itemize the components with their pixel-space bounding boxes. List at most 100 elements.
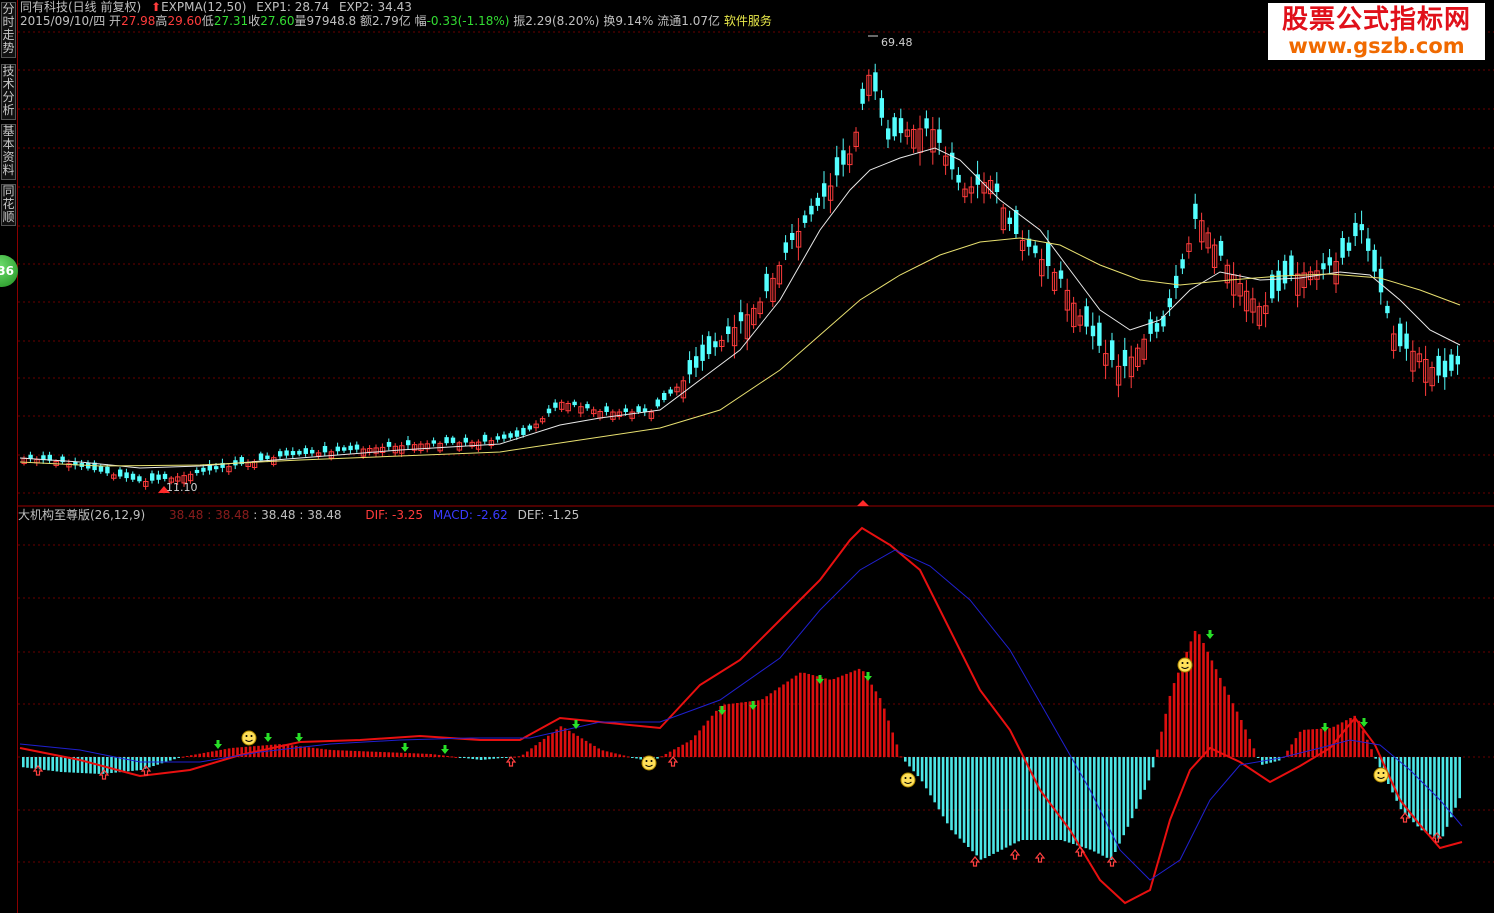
hist-bar-negative: [1063, 757, 1067, 842]
hist-bar-positive: [379, 751, 382, 757]
candle-down: [406, 440, 411, 446]
hist-bar-negative: [55, 757, 59, 772]
hist-bar-negative: [505, 757, 508, 758]
candle-down: [278, 451, 283, 457]
candle-down: [1321, 263, 1326, 270]
sector-value[interactable]: 软件服务: [724, 14, 772, 28]
candle-down: [1046, 242, 1051, 266]
hist-bar-positive: [668, 751, 672, 757]
hist-bar-positive: [715, 710, 718, 757]
hist-bar-negative: [971, 757, 974, 852]
hist-bar-negative: [1101, 757, 1104, 856]
hist-bar-negative: [467, 757, 470, 759]
hist-bar-positive: [610, 752, 613, 757]
candle-down: [1007, 217, 1012, 224]
hist-bar-positive: [454, 756, 458, 758]
hist-bar-positive: [1311, 729, 1314, 757]
hist-bar-positive: [660, 756, 663, 758]
candle-down: [335, 446, 340, 452]
hist-bar-negative: [1126, 757, 1130, 827]
hist-bar-positive: [895, 744, 899, 757]
candle-down: [527, 425, 532, 430]
hist-bar-positive: [446, 755, 449, 757]
hist-bar-negative: [925, 757, 928, 789]
indicator-name[interactable]: EXPMA(12,50): [161, 0, 246, 14]
hist-bar-positive: [878, 698, 882, 757]
hist-bar-positive: [584, 740, 588, 757]
hist-bar-positive: [521, 754, 525, 757]
hist-bar-positive: [1353, 715, 1356, 757]
hist-bar-negative: [458, 757, 462, 758]
candle-down: [1148, 319, 1153, 334]
brand-title: 股票公式指标网: [1281, 5, 1471, 35]
hist-bar-positive: [626, 756, 630, 758]
candle-down: [822, 183, 827, 197]
hist-bar-positive: [421, 753, 424, 757]
hist-bar-negative: [139, 757, 143, 771]
hist-bar-positive: [765, 696, 768, 757]
chart-canvas[interactable]: [0, 0, 1494, 913]
hist-bar-positive: [786, 681, 789, 757]
tab-intraday[interactable]: 分时走势: [1, 2, 16, 58]
hist-bar-positive: [513, 756, 516, 758]
hist-bar-positive: [530, 748, 533, 757]
candle-down: [604, 406, 609, 412]
hist-bar-positive: [1235, 711, 1239, 757]
tab-ths[interactable]: 同花顺: [1, 184, 16, 226]
hist-bar-positive: [404, 752, 407, 757]
hist-bar-positive: [794, 675, 798, 757]
candle-down: [879, 98, 884, 118]
hist-bar-positive: [857, 668, 861, 757]
hist-bar-positive: [799, 672, 802, 757]
candle-down: [214, 466, 219, 470]
low-value: 27.31: [213, 14, 249, 28]
side-badge[interactable]: 36: [0, 255, 18, 287]
hist-bar-negative: [51, 757, 54, 771]
candle-down: [290, 451, 296, 456]
candle-down: [1167, 298, 1172, 308]
hist-bar-positive: [181, 756, 185, 758]
hist-bar-negative: [47, 757, 50, 771]
hist-bar-positive: [1172, 683, 1176, 757]
sub-indicator-header: 大机构至尊版(26,12,9) 38.48 : 38.48 : 38.48 : …: [18, 508, 580, 522]
buy-arrow-icon: [1034, 852, 1046, 863]
smiley-icon: [241, 730, 257, 746]
hist-bar-negative: [177, 757, 180, 758]
hist-bar-negative: [1004, 757, 1008, 848]
candle-down: [118, 469, 123, 477]
candle-down: [502, 434, 507, 439]
candle-down: [726, 326, 731, 334]
hist-bar-negative: [958, 757, 962, 839]
hist-bar-positive: [870, 684, 873, 757]
tab-technical[interactable]: 技术分析: [1, 64, 16, 120]
candle-down: [297, 450, 302, 455]
hist-bar-positive: [286, 744, 290, 757]
hist-bar-negative: [93, 757, 96, 774]
hist-bar-positive: [437, 754, 441, 757]
candle-down: [636, 406, 641, 412]
hist-bar-positive: [324, 749, 327, 757]
hist-bar-negative: [1055, 757, 1058, 840]
hist-bar-negative: [962, 757, 966, 843]
candle-down: [1193, 203, 1198, 219]
def-value: DEF: -1.25: [517, 508, 580, 522]
candle-down: [1289, 255, 1294, 276]
hist-bar-positive: [370, 751, 374, 757]
sub-indicator-name[interactable]: 大机构至尊版(26,12,9): [18, 508, 145, 522]
hist-bar-positive: [1252, 748, 1256, 757]
candle-down: [694, 356, 699, 368]
hist-bar-positive: [551, 732, 554, 757]
hist-bar-negative: [1441, 757, 1445, 837]
hist-bar-negative: [1139, 757, 1142, 800]
hist-bar-negative: [110, 757, 113, 773]
hist-bar-negative: [1450, 757, 1453, 818]
float-value: 流通1.07亿: [657, 14, 721, 28]
hist-bar-negative: [941, 757, 945, 817]
hist-bar-positive: [1206, 651, 1209, 757]
hist-bar-negative: [1454, 757, 1457, 808]
candle-down: [553, 402, 558, 408]
tab-fundamentals[interactable]: 基本资料: [1, 124, 16, 180]
hist-bar-positive: [1198, 634, 1201, 757]
hist-bar-positive: [307, 747, 311, 757]
hist-bar-positive: [702, 725, 705, 757]
